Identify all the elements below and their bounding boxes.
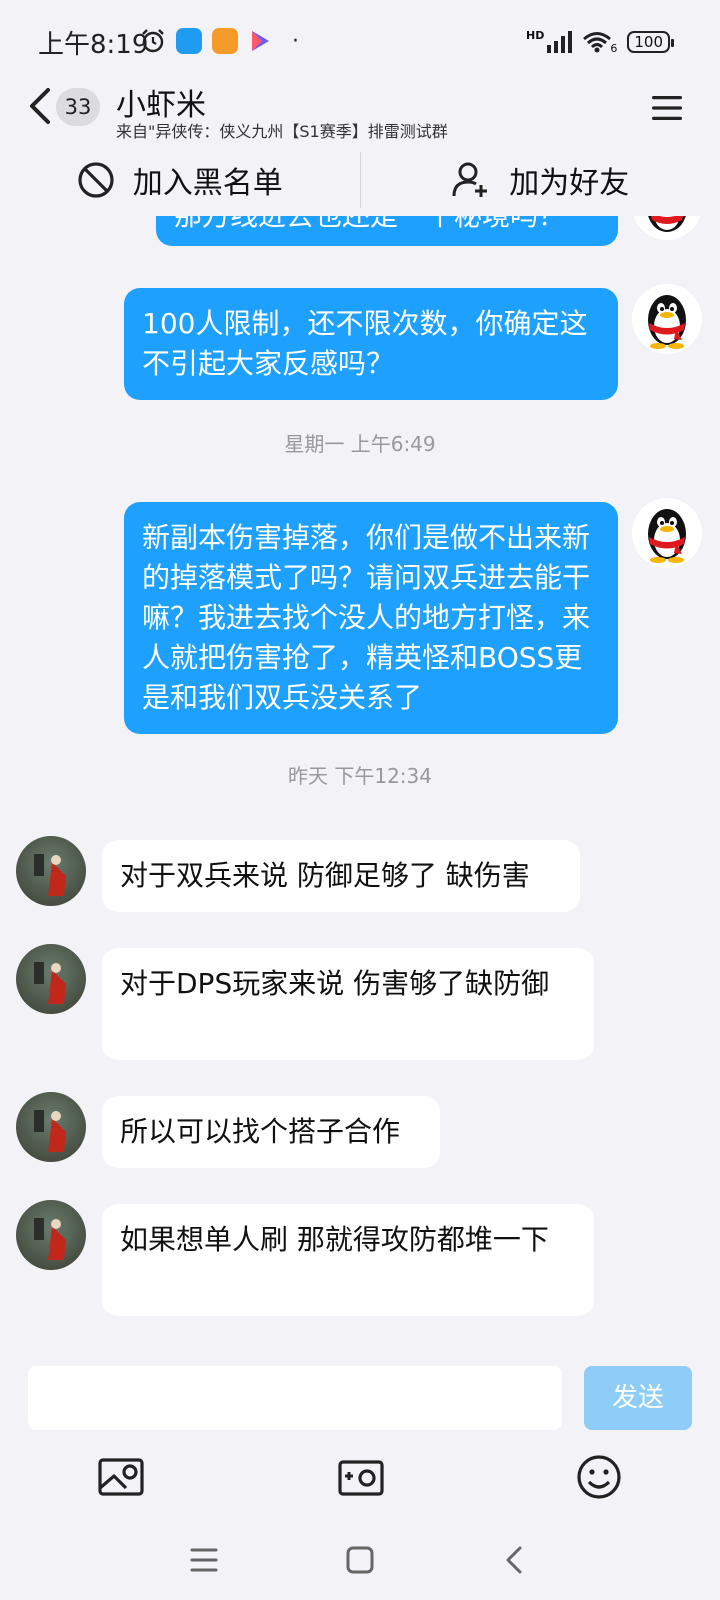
chat-message-list[interactable]: 那万线进去也还是一个秘境吗？ 100人限制，还不限次数，你确定这不引起大家反感吗… [0,216,720,1356]
hd-label: HD [526,29,545,42]
back-icon[interactable] [498,1542,534,1578]
status-notification-icons: · [140,28,299,54]
home-icon[interactable] [342,1542,378,1578]
more-notifications-dot: · [292,28,299,54]
unread-count-badge[interactable]: 33 [56,88,100,126]
battery-indicator: 100 [627,30,674,53]
chat-subtitle: 来自"异侠传：侠义九州【S1赛季】排雷测试群 [116,122,448,141]
message-bubble-incoming[interactable]: 对于DPS玩家来说 伤害够了缺防御 [102,948,594,1060]
wifi-sub-label: 6 [610,42,618,55]
menu-icon[interactable] [650,94,684,122]
game-character-avatar-icon [34,1110,66,1152]
video-app-icon [252,31,269,51]
alarm-icon [142,29,164,53]
message-bubble-incoming[interactable]: 对于双兵来说 防御足够了 缺伤害 [102,840,580,912]
message-bubble-outgoing[interactable]: 那万线进去也还是一个秘境吗？ [156,216,618,246]
message-text: 那万线进去也还是一个秘境吗？ [174,216,566,232]
message-input[interactable] [28,1366,562,1430]
sender-avatar[interactable] [16,1092,86,1162]
my-avatar[interactable] [632,216,702,240]
app-notification-icon [176,28,202,54]
block-icon [78,162,114,198]
game-character-avatar-icon [34,1218,66,1260]
sender-avatar[interactable] [16,944,86,1014]
penguin-avatar-icon [648,295,686,349]
input-toolbar [0,1440,720,1520]
message-bubble-incoming[interactable]: 所以可以找个搭子合作 [102,1096,440,1168]
message-bubble-outgoing[interactable]: 100人限制，还不限次数，你确定这不引起大家反感吗？ [124,288,618,400]
image-icon[interactable] [96,1452,146,1502]
message-bubble-incoming[interactable]: 如果想单人刷 那就得攻防都堆一下 [102,1204,594,1316]
emoji-icon[interactable] [574,1452,624,1502]
message-text: 所以可以找个搭子合作 [120,1115,401,1148]
add-to-blacklist-button[interactable]: 加入黑名单 [0,144,360,216]
timestamp: 昨天 下午12:34 [288,764,432,788]
game-character-avatar-icon [34,854,66,896]
blacklist-label: 加入黑名单 [132,166,283,201]
message-text: 如果想单人刷 那就得攻防都堆一下 [120,1223,549,1256]
message-text: 对于双兵来说 防御足够了 缺伤害 [120,859,530,892]
timestamp: 星期一 上午6:49 [284,432,436,456]
add-friend-button[interactable]: 加为好友 [361,144,720,216]
penguin-avatar-icon [648,509,686,563]
chat-header: 33 小虾米 来自"异侠传：侠义九州【S1赛季】排雷测试群 [0,72,720,144]
message-bubble-outgoing[interactable]: 新副本伤害掉落，你们是做不出来新的掉落模式了吗？请问双兵进去能干嘛？我进去找个没… [124,502,618,734]
sender-avatar[interactable] [16,836,86,906]
wifi-icon [583,31,612,52]
status-right: HD 6 100 [526,28,674,55]
input-bar: 发送 [0,1356,720,1440]
status-time: 上午8:19 [38,30,149,60]
sender-avatar[interactable] [16,1200,86,1270]
signal-icon [547,30,573,53]
action-bar: 加入黑名单 加为好友 [0,144,720,216]
camera-icon[interactable] [336,1452,386,1502]
send-button[interactable]: 发送 [584,1366,692,1430]
message-text: 对于DPS玩家来说 伤害够了缺防御 [120,967,550,1000]
message-text: 新副本伤害掉落，你们是做不出来新的掉落模式了吗？请问双兵进去能干嘛？我进去找个没… [142,521,591,714]
my-avatar[interactable] [632,498,702,568]
recent-apps-icon[interactable] [186,1542,222,1578]
system-nav-bar [0,1520,720,1600]
my-avatar[interactable] [632,284,702,354]
game-character-avatar-icon [34,962,66,1004]
add-friend-label: 加为好友 [509,166,630,201]
message-text: 100人限制，还不限次数，你确定这不引起大家反感吗？ [142,307,588,380]
back-arrow-icon[interactable] [24,86,58,126]
penguin-avatar-icon [648,216,686,232]
app-notification-icon-2 [212,28,238,54]
add-friend-icon [452,162,488,197]
